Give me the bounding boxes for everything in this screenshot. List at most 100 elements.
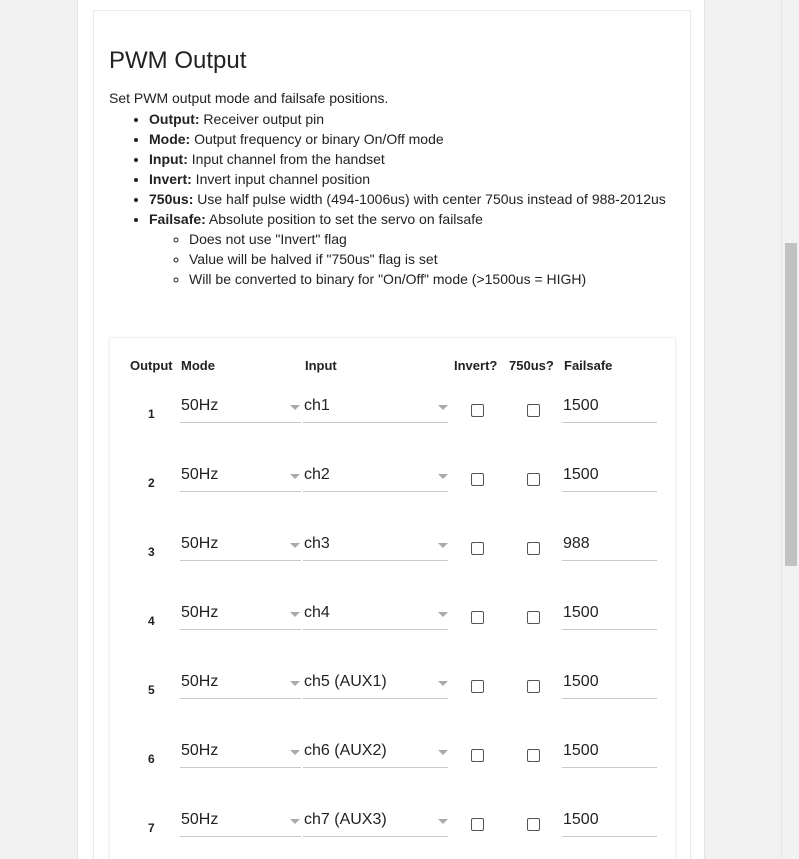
help-item-input: Input: Input channel from the handset — [149, 149, 666, 169]
invert-checkbox[interactable] — [471, 473, 484, 486]
mode-value: 50Hz — [181, 604, 219, 621]
help-list: Output: Receiver output pin Mode: Output… — [109, 109, 666, 289]
failsafe-input[interactable]: 1500 — [562, 806, 657, 837]
table-row: 6 50Hz ch6 (AUX2) 1500 — [110, 737, 675, 806]
output-number: 1 — [148, 407, 155, 421]
input-select[interactable]: ch7 (AUX3) — [303, 806, 448, 837]
section-description: Set PWM output mode and failsafe positio… — [109, 90, 389, 106]
chevron-down-icon — [438, 543, 448, 548]
header-invert: Invert? — [454, 358, 498, 373]
page-viewport: PWM Output Set PWM output mode and fails… — [0, 0, 781, 859]
failsafe-value: 988 — [563, 535, 590, 552]
invert-checkbox[interactable] — [471, 611, 484, 624]
help-item-invert: Invert: Invert input channel position — [149, 169, 666, 189]
chevron-down-icon — [290, 750, 300, 755]
input-select[interactable]: ch1 — [303, 392, 448, 423]
input-value: ch1 — [304, 397, 330, 414]
invert-checkbox[interactable] — [471, 749, 484, 762]
help-text: Invert input channel position — [191, 171, 371, 187]
mode-value: 50Hz — [181, 397, 219, 414]
input-value: ch3 — [304, 535, 330, 552]
mode-select[interactable]: 50Hz — [180, 668, 301, 699]
mode-select[interactable]: 50Hz — [180, 461, 301, 492]
output-number: 5 — [148, 683, 155, 697]
help-item-750us: 750us: Use half pulse width (494-1006us)… — [149, 189, 666, 209]
help-term: Output: — [149, 111, 200, 127]
input-select[interactable]: ch5 (AUX1) — [303, 668, 448, 699]
table-row: 2 50Hz ch2 1500 — [110, 461, 675, 530]
mode-select[interactable]: 50Hz — [180, 392, 301, 423]
failsafe-note: Will be converted to binary for "On/Off"… — [189, 269, 666, 289]
input-value: ch5 (AUX1) — [304, 673, 387, 690]
chevron-down-icon — [290, 612, 300, 617]
chevron-down-icon — [290, 681, 300, 686]
pwm-table: Output Mode Input Invert? 750us? Failsaf… — [109, 337, 676, 859]
mode-select[interactable]: 50Hz — [180, 599, 301, 630]
help-term: Failsafe: — [149, 211, 206, 227]
failsafe-value: 1500 — [563, 397, 599, 414]
help-text: Use half pulse width (494-1006us) with c… — [193, 191, 666, 207]
failsafe-value: 1500 — [563, 742, 599, 759]
input-select[interactable]: ch6 (AUX2) — [303, 737, 448, 768]
failsafe-input[interactable]: 988 — [562, 530, 657, 561]
help-item-mode: Mode: Output frequency or binary On/Off … — [149, 129, 666, 149]
chevron-down-icon — [438, 612, 448, 617]
mode-value: 50Hz — [181, 811, 219, 828]
failsafe-value: 1500 — [563, 466, 599, 483]
scrollbar-thumb[interactable] — [785, 243, 797, 566]
mode-select[interactable]: 50Hz — [180, 530, 301, 561]
chevron-down-icon — [438, 405, 448, 410]
help-text: Receiver output pin — [199, 111, 325, 127]
input-value: ch2 — [304, 466, 330, 483]
invert-checkbox[interactable] — [471, 404, 484, 417]
table-row: 4 50Hz ch4 1500 — [110, 599, 675, 668]
chevron-down-icon — [438, 819, 448, 824]
invert-checkbox[interactable] — [471, 542, 484, 555]
header-failsafe: Failsafe — [564, 358, 613, 373]
failsafe-input[interactable]: 1500 — [562, 392, 657, 423]
failsafe-input[interactable]: 1500 — [562, 668, 657, 699]
chevron-down-icon — [438, 681, 448, 686]
table-row: 3 50Hz ch3 988 — [110, 530, 675, 599]
invert-checkbox[interactable] — [471, 818, 484, 831]
750us-checkbox[interactable] — [527, 680, 540, 693]
failsafe-input[interactable]: 1500 — [562, 737, 657, 768]
mode-value: 50Hz — [181, 466, 219, 483]
750us-checkbox[interactable] — [527, 611, 540, 624]
failsafe-input[interactable]: 1500 — [562, 599, 657, 630]
mode-select[interactable]: 50Hz — [180, 737, 301, 768]
table-row: 7 50Hz ch7 (AUX3) 1500 — [110, 806, 675, 859]
output-number: 3 — [148, 545, 155, 559]
header-750us: 750us? — [509, 358, 554, 373]
failsafe-note: Does not use "Invert" flag — [189, 229, 666, 249]
help-term: Invert: — [149, 171, 192, 187]
help-term: 750us: — [149, 191, 194, 207]
output-number: 2 — [148, 476, 155, 490]
input-value: ch6 (AUX2) — [304, 742, 387, 759]
invert-checkbox[interactable] — [471, 680, 484, 693]
help-text: Input channel from the handset — [187, 151, 385, 167]
input-select[interactable]: ch4 — [303, 599, 448, 630]
750us-checkbox[interactable] — [527, 542, 540, 555]
750us-checkbox[interactable] — [527, 818, 540, 831]
750us-checkbox[interactable] — [527, 749, 540, 762]
mode-select[interactable]: 50Hz — [180, 806, 301, 837]
header-mode: Mode — [181, 358, 215, 373]
header-input: Input — [305, 358, 337, 373]
section-title: PWM Output — [109, 47, 247, 74]
failsafe-value: 1500 — [563, 811, 599, 828]
help-text: Output frequency or binary On/Off mode — [190, 131, 444, 147]
help-item-failsafe: Failsafe: Absolute position to set the s… — [149, 209, 666, 289]
input-select[interactable]: ch2 — [303, 461, 448, 492]
chevron-down-icon — [290, 474, 300, 479]
vertical-scrollbar[interactable] — [781, 0, 799, 859]
mode-value: 50Hz — [181, 673, 219, 690]
chevron-down-icon — [290, 543, 300, 548]
failsafe-value: 1500 — [563, 604, 599, 621]
750us-checkbox[interactable] — [527, 473, 540, 486]
750us-checkbox[interactable] — [527, 404, 540, 417]
input-select[interactable]: ch3 — [303, 530, 448, 561]
mode-value: 50Hz — [181, 535, 219, 552]
failsafe-input[interactable]: 1500 — [562, 461, 657, 492]
help-term: Input: — [149, 151, 188, 167]
